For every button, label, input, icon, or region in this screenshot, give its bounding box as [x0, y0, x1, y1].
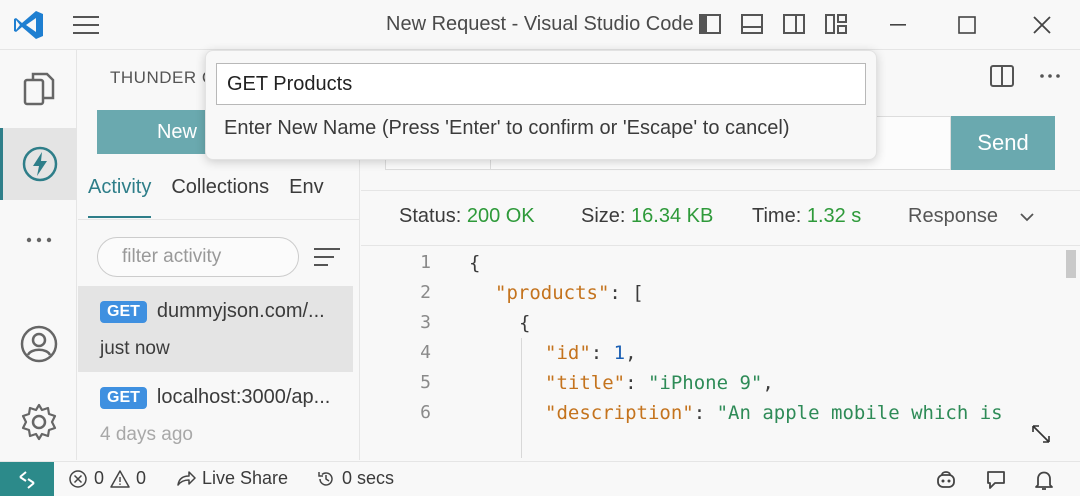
filter-menu-icon[interactable]	[312, 244, 342, 270]
timer-indicator[interactable]: 0 secs	[316, 468, 394, 489]
code-line: 3 {	[420, 312, 531, 334]
status-value: 200 OK	[466, 205, 535, 227]
resize-handle-icon[interactable]	[1029, 422, 1053, 446]
toggle-secondary-sidebar-icon[interactable]	[782, 12, 806, 36]
time-label: Time:	[752, 205, 802, 227]
notifications-button[interactable]	[1032, 468, 1056, 492]
title-bar: New Request - Visual Studio Code	[0, 0, 1080, 50]
rename-input[interactable]: GET Products	[216, 63, 866, 105]
request-time: 4 days ago	[100, 424, 193, 445]
request-time: just now	[100, 338, 170, 359]
toggle-primary-sidebar-icon[interactable]	[698, 12, 722, 36]
feedback-button[interactable]	[984, 468, 1008, 492]
ellipsis-icon	[26, 237, 51, 243]
window-title: New Request - Visual Studio Code	[386, 13, 694, 35]
list-item[interactable]: GET dummyjson.com/... just now	[78, 286, 353, 372]
thunder-client-button[interactable]	[0, 128, 77, 200]
code-line: 2 "products": [	[420, 282, 644, 304]
sidebar-title: THUNDER C	[110, 68, 215, 87]
error-icon	[69, 469, 87, 488]
remote-button[interactable]	[0, 462, 54, 496]
maximize-icon[interactable]	[952, 10, 982, 40]
response-view-dropdown[interactable]: Response	[908, 205, 1036, 228]
response-body[interactable]: 1 { 2 "products": [ 3 { 4 "id": 1, 5 "ti…	[361, 248, 1066, 458]
request-url: localhost:3000/ap...	[156, 386, 331, 408]
activity-bar	[0, 50, 77, 460]
size-value: 16.34 KB	[631, 205, 714, 227]
time-value: 1.32 s	[806, 205, 862, 227]
code-line: 5 "title": "iPhone 9",	[420, 372, 774, 394]
code-line: 1 {	[420, 252, 481, 274]
time-info: Time: 1.32 s	[752, 205, 861, 228]
filter-activity-input[interactable]: filter activity	[97, 237, 299, 277]
rename-hint: Enter New Name (Press 'Enter' to confirm…	[224, 117, 790, 139]
minimize-icon[interactable]	[883, 10, 913, 40]
status-label: Status:	[399, 205, 462, 227]
status-bar: 0 0 Live Share 0 secs	[0, 461, 1080, 496]
live-share-label: Live Share	[202, 468, 289, 488]
hamburger-menu-icon[interactable]	[72, 14, 100, 36]
account-icon	[20, 325, 57, 363]
bell-icon	[1035, 471, 1053, 490]
sidebar-tabs: Activity Collections Env	[78, 172, 360, 220]
tab-collections[interactable]: Collections	[171, 172, 269, 218]
response-status-row: Status: 200 OK Size: 16.34 KB Time: 1.32…	[361, 190, 1080, 246]
feedback-icon	[987, 471, 1005, 489]
customize-layout-icon[interactable]	[824, 12, 848, 36]
method-badge: GET	[100, 300, 147, 323]
code-line: 6 "description": "An apple mobile which …	[420, 402, 1003, 424]
tab-env[interactable]: Env	[289, 172, 323, 218]
warning-count: 0	[136, 468, 147, 488]
timer-label: 0 secs	[342, 468, 395, 488]
rename-quick-input: GET Products Enter New Name (Press 'Ente…	[205, 50, 877, 160]
error-count: 0	[94, 468, 105, 488]
remote-icon	[19, 470, 35, 489]
explorer-button[interactable]	[0, 52, 77, 124]
size-info: Size: 16.34 KB	[581, 205, 713, 228]
warning-icon	[110, 469, 130, 488]
accounts-button[interactable]	[0, 308, 77, 380]
vscode-logo-icon	[14, 11, 43, 39]
toggle-panel-icon[interactable]	[740, 12, 764, 36]
response-view-label: Response	[908, 205, 999, 227]
list-item[interactable]: GET localhost:3000/ap... 4 days ago	[78, 372, 353, 458]
send-button[interactable]: Send	[951, 116, 1055, 170]
files-icon	[23, 72, 54, 106]
request-url: dummyjson.com/...	[156, 300, 325, 322]
live-share-button[interactable]: Live Share	[176, 468, 288, 489]
manage-button[interactable]	[0, 386, 77, 458]
problems-indicator[interactable]: 0 0	[68, 468, 146, 489]
split-editor-icon[interactable]	[988, 62, 1016, 90]
live-share-icon	[177, 470, 196, 486]
history-icon	[318, 471, 333, 486]
layout-controls	[698, 12, 848, 38]
copilot-icon	[937, 471, 955, 488]
more-views-button[interactable]	[0, 204, 77, 276]
chevron-down-icon	[1020, 212, 1034, 221]
gear-icon	[21, 403, 56, 441]
code-line: 4 "id": 1,	[420, 342, 637, 364]
editor-actions	[988, 62, 1064, 90]
vertical-scrollbar[interactable]	[1066, 250, 1076, 278]
close-icon[interactable]	[1027, 10, 1057, 40]
more-actions-icon[interactable]	[1036, 62, 1064, 90]
method-badge: GET	[100, 386, 147, 409]
size-label: Size:	[581, 205, 626, 227]
lightning-bolt-icon	[22, 146, 58, 182]
tab-activity[interactable]: Activity	[88, 172, 152, 218]
status-info: Status: 200 OK	[399, 205, 535, 228]
copilot-button[interactable]	[934, 468, 958, 492]
